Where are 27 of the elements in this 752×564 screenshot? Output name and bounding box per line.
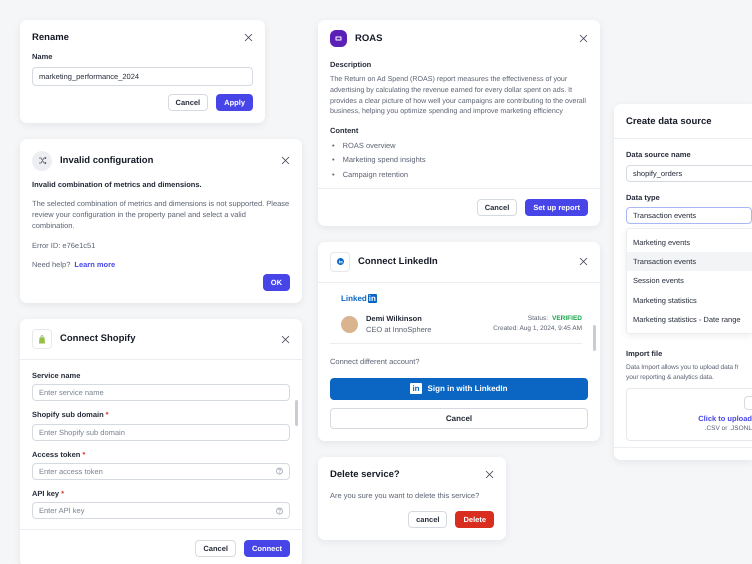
help-icon[interactable] [276, 468, 283, 475]
sign-in-button[interactable]: in Sign in with LinkedIn [330, 378, 588, 400]
close-icon[interactable] [281, 156, 290, 166]
linkedin-badge: in [368, 294, 377, 304]
dialog-title: Invalid configuration [60, 154, 154, 166]
close-icon[interactable] [579, 257, 588, 266]
help-icon[interactable] [276, 507, 283, 514]
close-icon[interactable] [579, 34, 588, 43]
shuffle-icon [38, 156, 46, 166]
linkedin-wordmark: Linked [341, 292, 367, 305]
dialog-title: Connect LinkedIn [358, 256, 439, 268]
shopping-bag-icon [38, 334, 46, 344]
dialog-title: Rename [32, 32, 70, 44]
cancel-button[interactable]: Cancel [330, 408, 588, 429]
avatar [341, 316, 358, 333]
ad-report-icon [335, 36, 342, 41]
dialog-title: Create data source [626, 116, 713, 128]
upload-icon-frame [744, 396, 752, 410]
scrollbar-thumb[interactable] [593, 324, 596, 351]
close-icon[interactable] [244, 33, 253, 42]
linkedin-logo-icon [336, 258, 344, 266]
dialog-title: Connect Shopify [60, 333, 136, 345]
dialog-title: Delete service? [330, 468, 401, 480]
close-icon[interactable] [281, 334, 290, 344]
dialog-title: ROAS [355, 32, 384, 44]
close-icon[interactable] [485, 470, 494, 479]
scrollbar-thumb[interactable] [295, 400, 298, 426]
